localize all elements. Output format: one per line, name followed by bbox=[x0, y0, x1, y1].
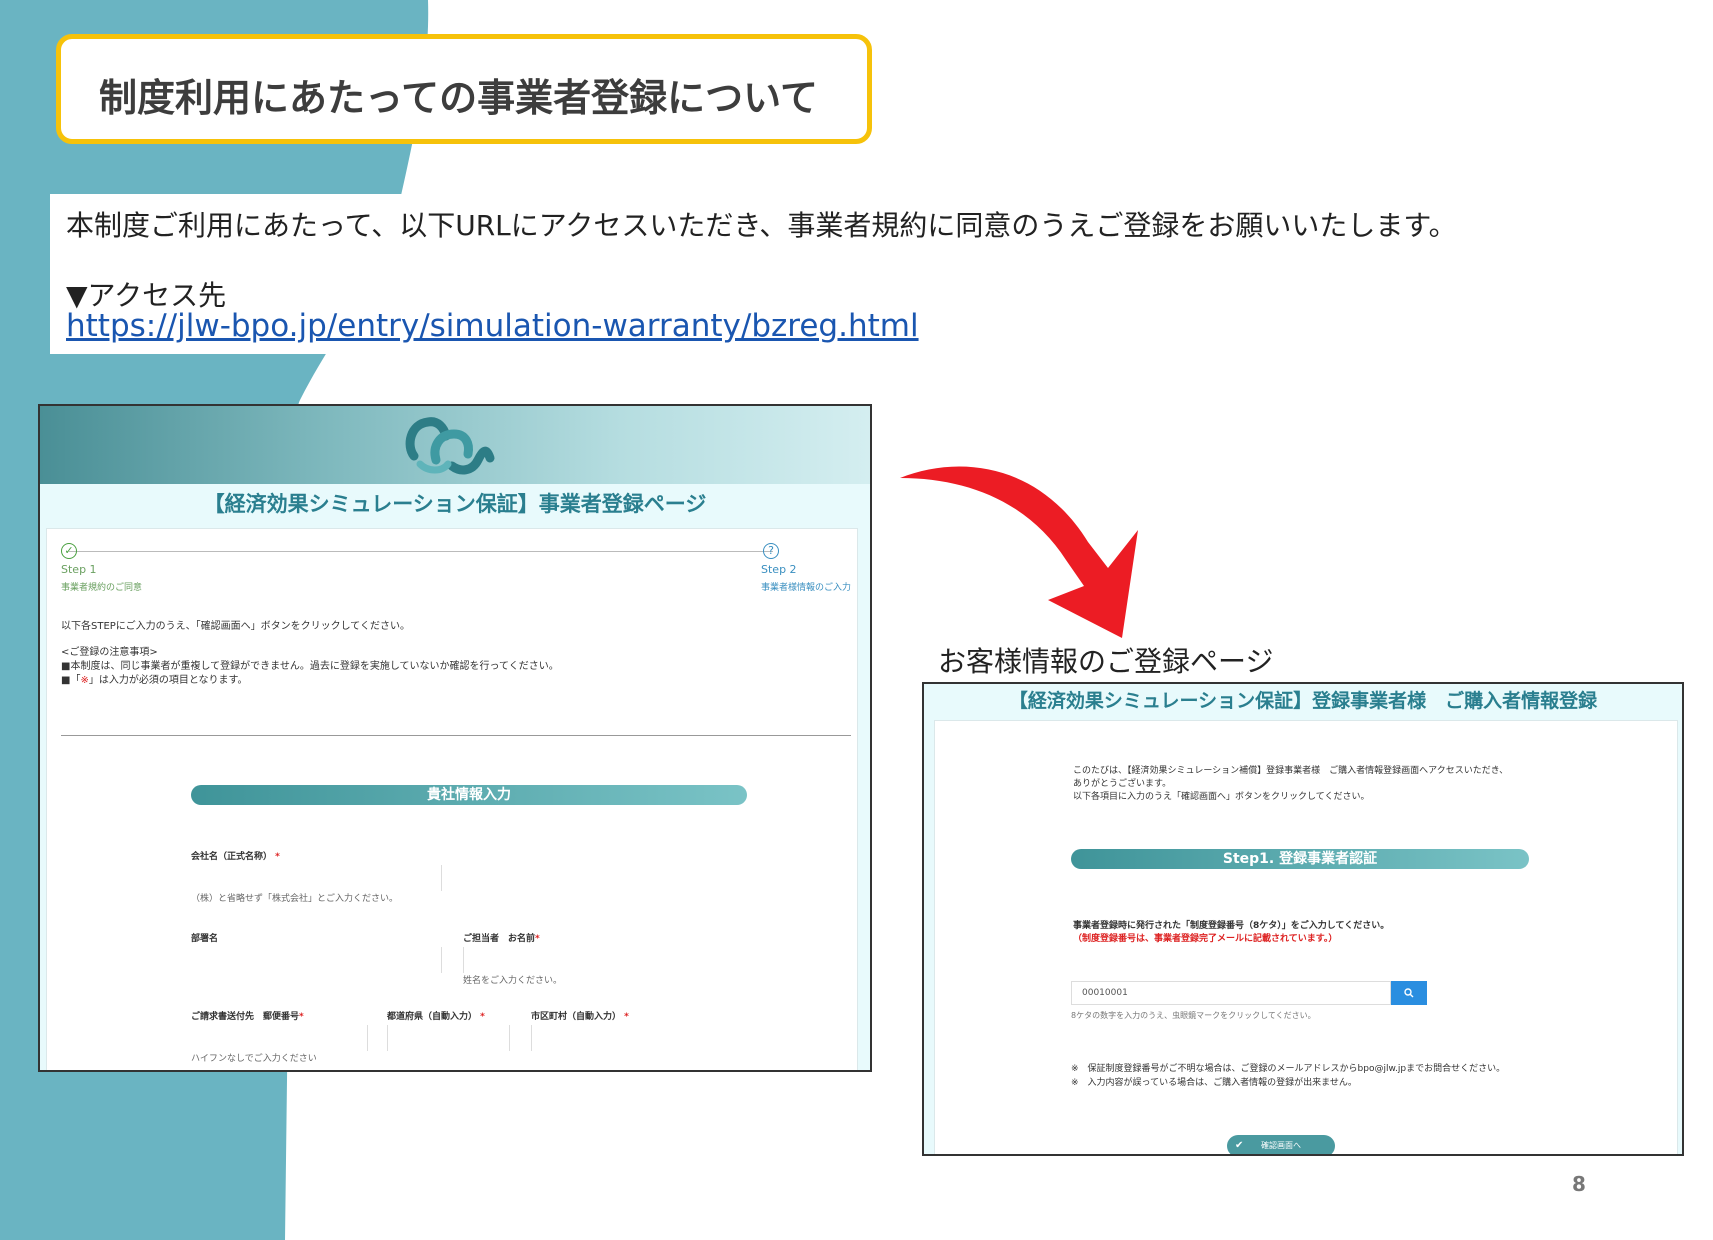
prefecture-label: 都道府県（自動入力） * bbox=[387, 1009, 485, 1022]
title-box: 制度利用にあたっての事業者登録について bbox=[56, 34, 872, 144]
step-pending-icon: ? bbox=[763, 543, 779, 559]
confirm-button-label: 確認画面へ bbox=[1261, 1141, 1301, 1150]
s1-note2-suffix: 」は入力が必須の項目となります。 bbox=[88, 675, 248, 686]
company-name-label: 会社名（正式名称） * bbox=[191, 849, 280, 862]
business-registration-screenshot: 【経済効果シミュレーション保証】事業者登録ページ ✓ ? Step 1 事業者規… bbox=[38, 404, 872, 1072]
required-mark: * bbox=[299, 1012, 304, 1022]
s1-note1: ■本制度は、同じ事業者が重複して登録ができません。過去に登録を実施していないか確… bbox=[61, 661, 559, 672]
customer-registration-screenshot: 【経済効果シミュレーション保証】登録事業者様 ご購入者情報登録 このたびは、【経… bbox=[922, 682, 1684, 1156]
s1-step1-label[interactable]: Step 1 bbox=[61, 563, 97, 576]
s1-instruction: 以下各STEPにご入力のうえ、「確認画面へ」ボタンをクリックしてください。 bbox=[61, 621, 411, 632]
confirm-button[interactable]: ✔ 確認画面へ bbox=[1227, 1135, 1335, 1154]
prefecture-label-text: 都道府県（自動入力） bbox=[387, 1012, 478, 1022]
s2-intro2: ありがとうございます。 bbox=[1073, 779, 1172, 789]
postal-code-input[interactable] bbox=[367, 1025, 368, 1051]
search-button[interactable] bbox=[1391, 981, 1427, 1005]
s2-section-step1: Step1. 登録事業者認証 bbox=[1071, 849, 1529, 869]
s2-form-card: このたびは、【経済効果シミュレーション補償】登録事業者様 ご購入者情報登録画面へ… bbox=[934, 720, 1678, 1154]
customer-page-caption: お客様情報のご登録ページ bbox=[938, 645, 1274, 678]
mcw-logo-icon bbox=[405, 417, 495, 475]
city-label: 市区町村（自動入力） * bbox=[531, 1009, 629, 1022]
s2-note2: ※ 入力内容が誤っている場合は、ご購入者情報の登録が出来ません。 bbox=[1071, 1078, 1357, 1088]
page-number: 8 bbox=[1572, 1172, 1586, 1196]
s2-instruction: 事業者登録時に発行された「制度登録番号（8ケタ）」をご入力してください。 bbox=[1073, 921, 1390, 931]
s2-instruction-red: （制度登録番号は、事業者登録完了メールに記載されています。） bbox=[1073, 934, 1338, 944]
s1-section-company-info: 貴社情報入力 bbox=[191, 785, 747, 805]
postal-code-label-text: ご請求書送付先 郵便番号 bbox=[191, 1012, 300, 1022]
required-mark: * bbox=[535, 934, 540, 944]
s1-header-banner bbox=[40, 406, 870, 484]
postal-code-hint: ハイフンなしでご入力ください bbox=[191, 1054, 317, 1064]
s1-note2-prefix: ■「 bbox=[61, 675, 81, 686]
registration-number-input[interactable]: 00010001 bbox=[1071, 981, 1391, 1005]
slide-title: 制度利用にあたっての事業者登録について bbox=[99, 76, 818, 120]
s2-intro1: このたびは、【経済効果シミュレーション補償】登録事業者様 ご購入者情報登録画面へ… bbox=[1073, 766, 1509, 776]
s1-note2-mark: ※ bbox=[80, 675, 89, 686]
check-icon: ✔ bbox=[1235, 1140, 1244, 1151]
company-name-hint: （株）と省略せず「株式会社」とご入力ください。 bbox=[191, 894, 399, 904]
s1-page-title: 【経済効果シミュレーション保証】事業者登録ページ bbox=[203, 492, 707, 516]
s1-note2: ■「※」は入力が必須の項目となります。 bbox=[61, 671, 248, 686]
s1-step1-sub: 事業者規約のご同意 bbox=[61, 583, 143, 593]
required-mark: * bbox=[480, 1012, 485, 1022]
s1-form-card: ✓ ? Step 1 事業者規約のご同意 Step 2 事業者様情報のご入力 以… bbox=[46, 528, 858, 1070]
city-input[interactable] bbox=[531, 1025, 532, 1051]
company-name-label-text: 会社名（正式名称） bbox=[191, 852, 273, 862]
s2-note1: ※ 保証制度登録番号がご不明な場合は、ご登録のメールアドレスからbpo@jlw.… bbox=[1071, 1064, 1506, 1074]
required-mark: * bbox=[275, 852, 280, 862]
city-label-text: 市区町村（自動入力） bbox=[531, 1012, 622, 1022]
s2-page-title: 【経済効果シミュレーション保証】登録事業者様 ご購入者情報登録 bbox=[1008, 690, 1598, 712]
department-input[interactable] bbox=[441, 947, 442, 973]
company-name-input[interactable] bbox=[441, 865, 442, 891]
intro-text: 本制度ご利用にあたって、以下URLにアクセスいただき、事業者規約に同意のうえご登… bbox=[66, 209, 1457, 242]
s2-intro3: 以下各項目に入力のうえ「確認画面へ」ボタンをクリックしてください。 bbox=[1073, 792, 1370, 802]
s1-notes-heading: <ご登録の注意事項> bbox=[61, 647, 158, 658]
contact-name-label: ご担当者 お名前* bbox=[463, 931, 540, 944]
step-check-icon: ✓ bbox=[61, 543, 77, 559]
red-arrow-icon bbox=[900, 466, 1138, 638]
s1-step2-label[interactable]: Step 2 bbox=[761, 563, 797, 576]
registration-number-hint: 8ケタの数字を入力のうえ、虫眼鏡マークをクリックしてください。 bbox=[1071, 1011, 1316, 1020]
prefecture-input-edge bbox=[509, 1025, 510, 1051]
intro-box: 本制度ご利用にあたって、以下URLにアクセスいただき、事業者規約に同意のうえご登… bbox=[50, 194, 1500, 354]
contact-name-hint: 姓名をご入力ください。 bbox=[463, 976, 563, 986]
s1-step-progress-line bbox=[69, 551, 773, 552]
department-label: 部署名 bbox=[191, 934, 219, 944]
s1-step2-sub: 事業者様情報のご入力 bbox=[761, 583, 852, 593]
s1-divider bbox=[61, 735, 851, 736]
required-mark: * bbox=[624, 1012, 629, 1022]
contact-name-label-text: ご担当者 お名前 bbox=[463, 934, 536, 944]
contact-name-input[interactable] bbox=[463, 947, 464, 973]
postal-code-label: ご請求書送付先 郵便番号* bbox=[191, 1009, 304, 1022]
search-icon bbox=[1404, 988, 1414, 998]
prefecture-input[interactable] bbox=[387, 1025, 388, 1051]
access-url-link[interactable]: https://jlw-bpo.jp/entry/simulation-warr… bbox=[66, 308, 919, 344]
